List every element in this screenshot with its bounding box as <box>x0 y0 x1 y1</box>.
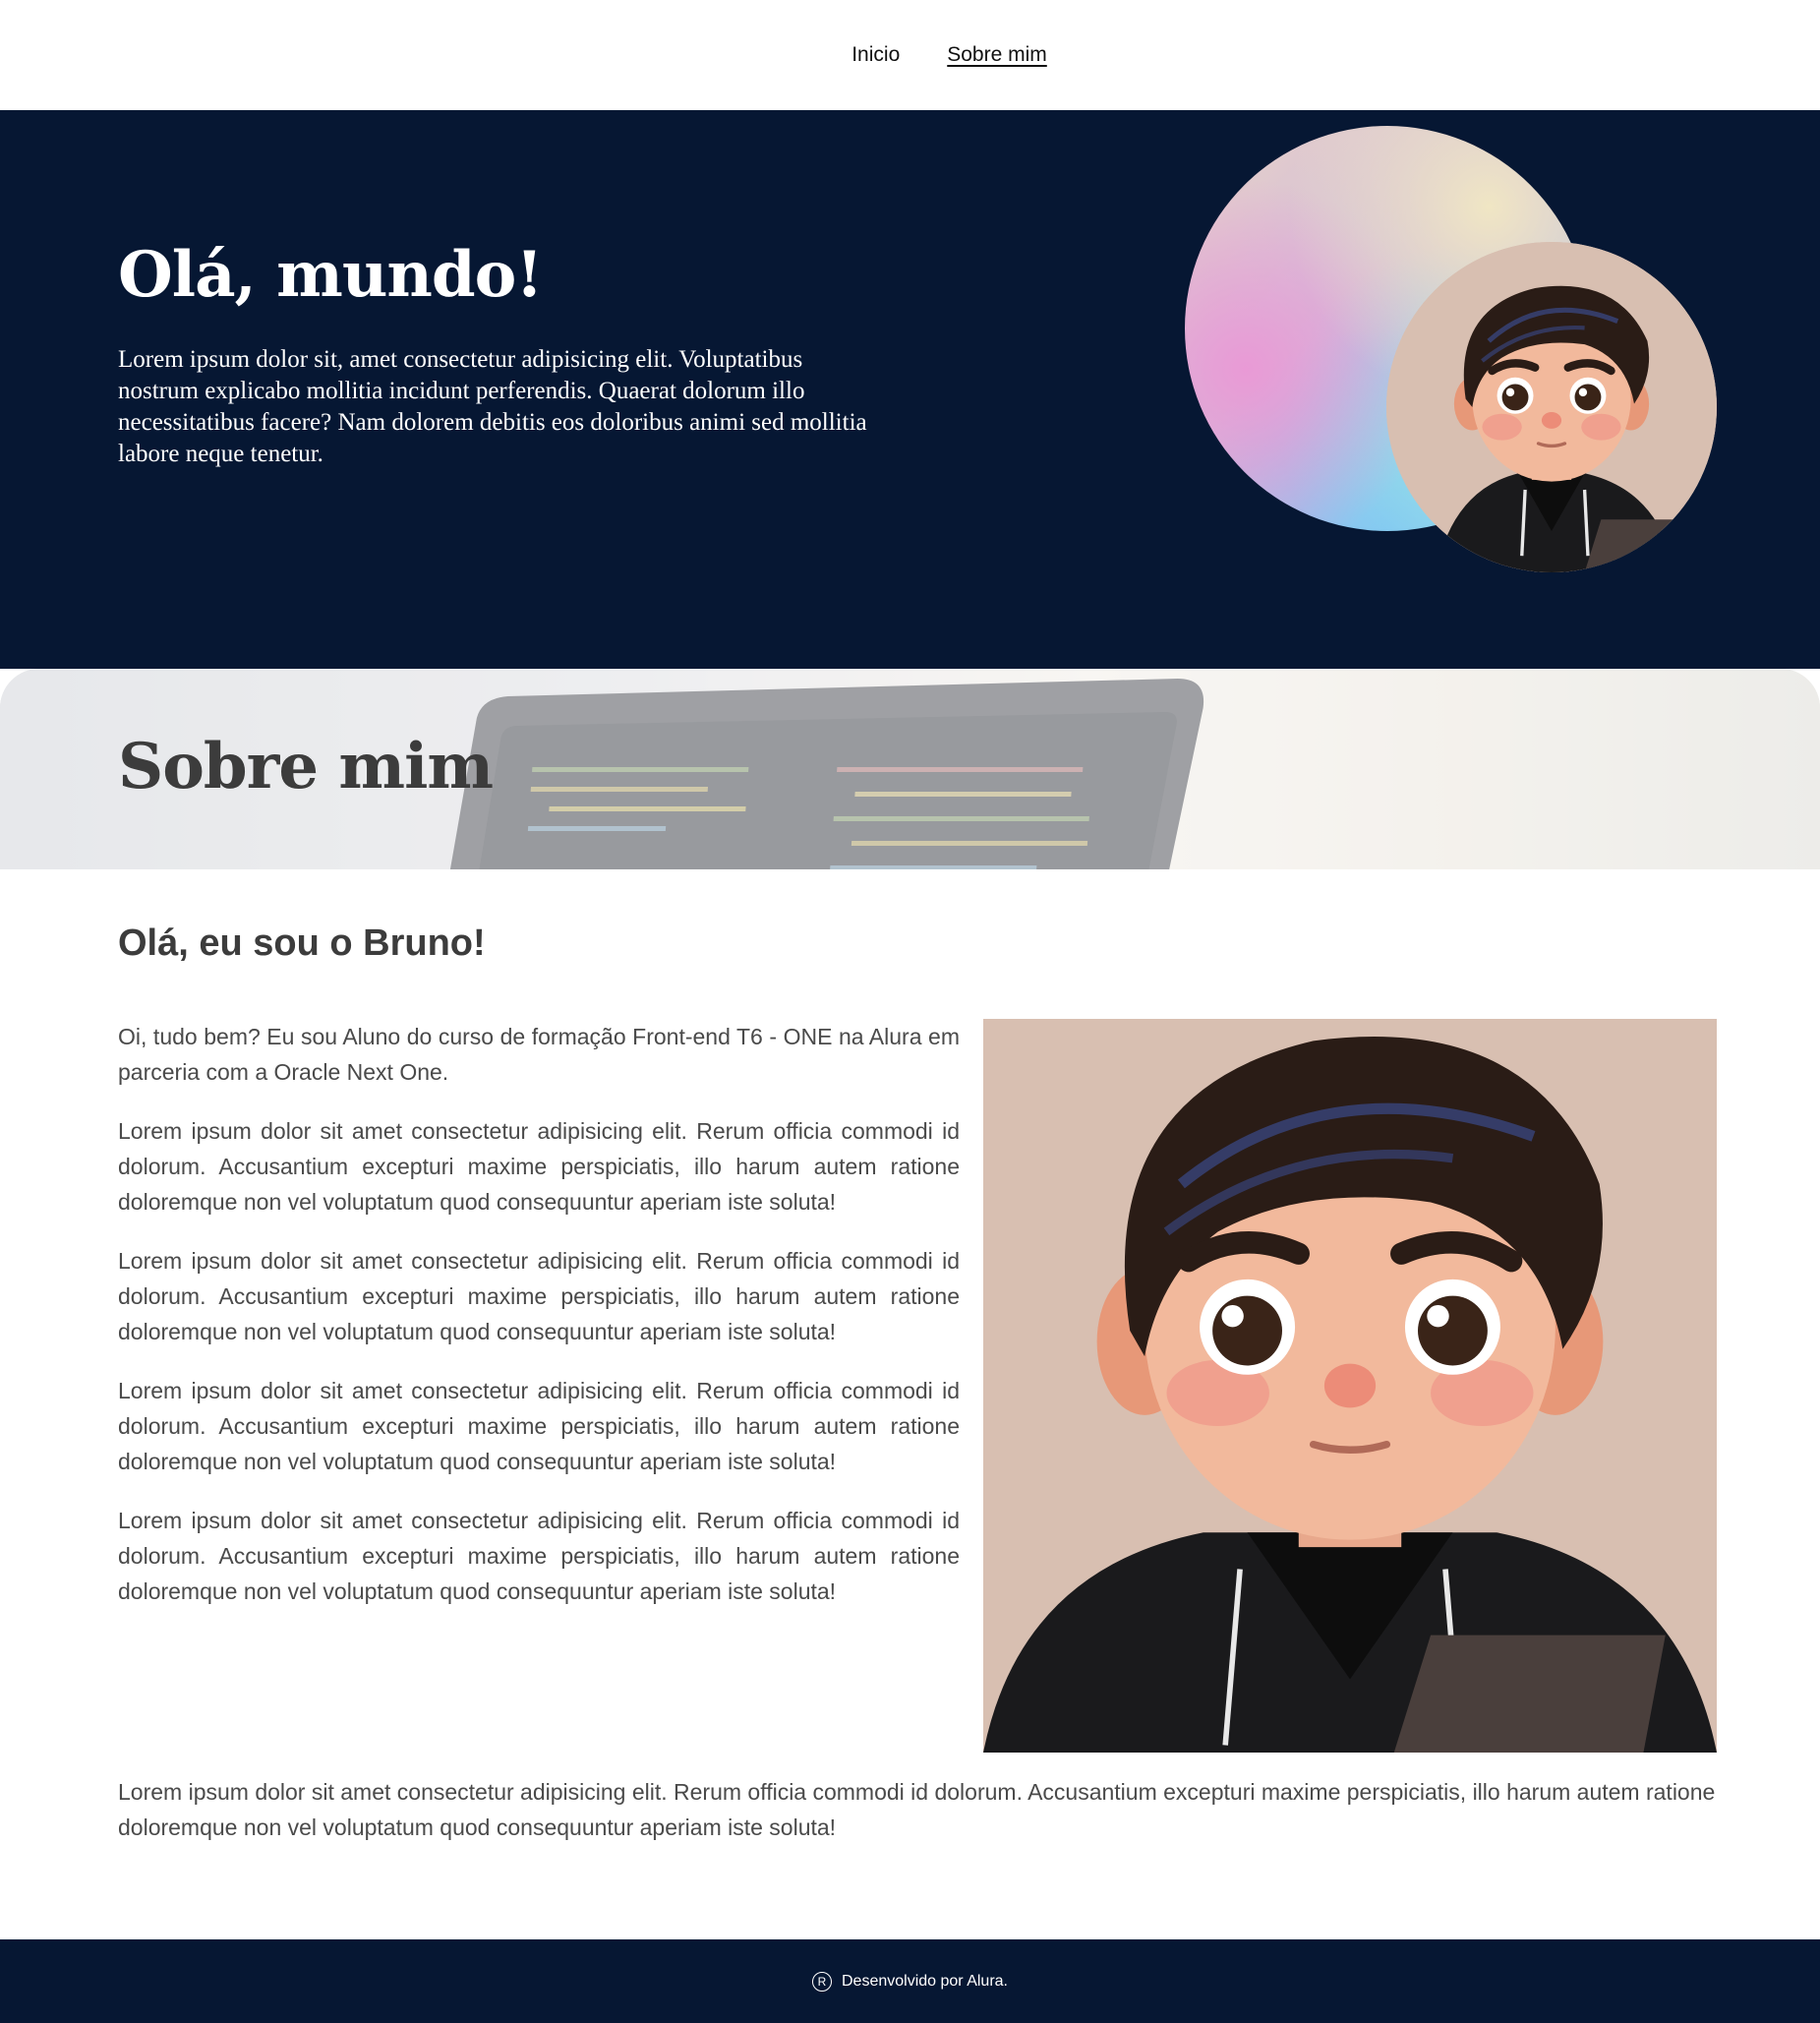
profile-portrait <box>983 1019 1717 1753</box>
nav-link-inicio[interactable]: Inicio <box>851 43 900 67</box>
footer: R Desenvolvido por Alura. <box>0 1939 1820 2023</box>
about-paragraph: Lorem ipsum dolor sit amet consectetur a… <box>118 1248 960 1344</box>
avatar <box>1386 242 1717 572</box>
portrait-illustration <box>983 1019 1717 1753</box>
nav-link-sobre-mim[interactable]: Sobre mim <box>947 43 1047 67</box>
about-banner: Sobre mim <box>0 669 1820 869</box>
avatar-illustration <box>1386 242 1717 572</box>
hero-title: Olá, mundo! <box>118 238 543 312</box>
hero-text: Lorem ipsum dolor sit, amet consectetur … <box>118 346 867 467</box>
registered-icon: R <box>812 1971 832 1992</box>
about-last-paragraph: Lorem ipsum dolor sit amet consectetur a… <box>118 1779 1716 1840</box>
about-paragraph: Lorem ipsum dolor sit amet consectetur a… <box>118 1508 960 1604</box>
about-paragraph: Oi, tudo bem? Eu sou Aluno do curso de f… <box>118 1024 960 1085</box>
hero-section: Olá, mundo! Lorem ipsum dolor sit, amet … <box>0 110 1820 669</box>
about-paragraph: Lorem ipsum dolor sit amet consectetur a… <box>118 1118 960 1215</box>
top-nav: Inicio Sobre mim <box>0 0 1820 110</box>
about-title: Olá, eu sou o Bruno! <box>118 922 486 964</box>
about-paragraph: Lorem ipsum dolor sit amet consectetur a… <box>118 1378 960 1474</box>
footer-text: Desenvolvido por Alura. <box>842 1972 1008 1990</box>
banner-title: Sobre mim <box>118 730 494 803</box>
about-text-column: Oi, tudo bem? Eu sou Aluno do curso de f… <box>118 1019 960 1633</box>
